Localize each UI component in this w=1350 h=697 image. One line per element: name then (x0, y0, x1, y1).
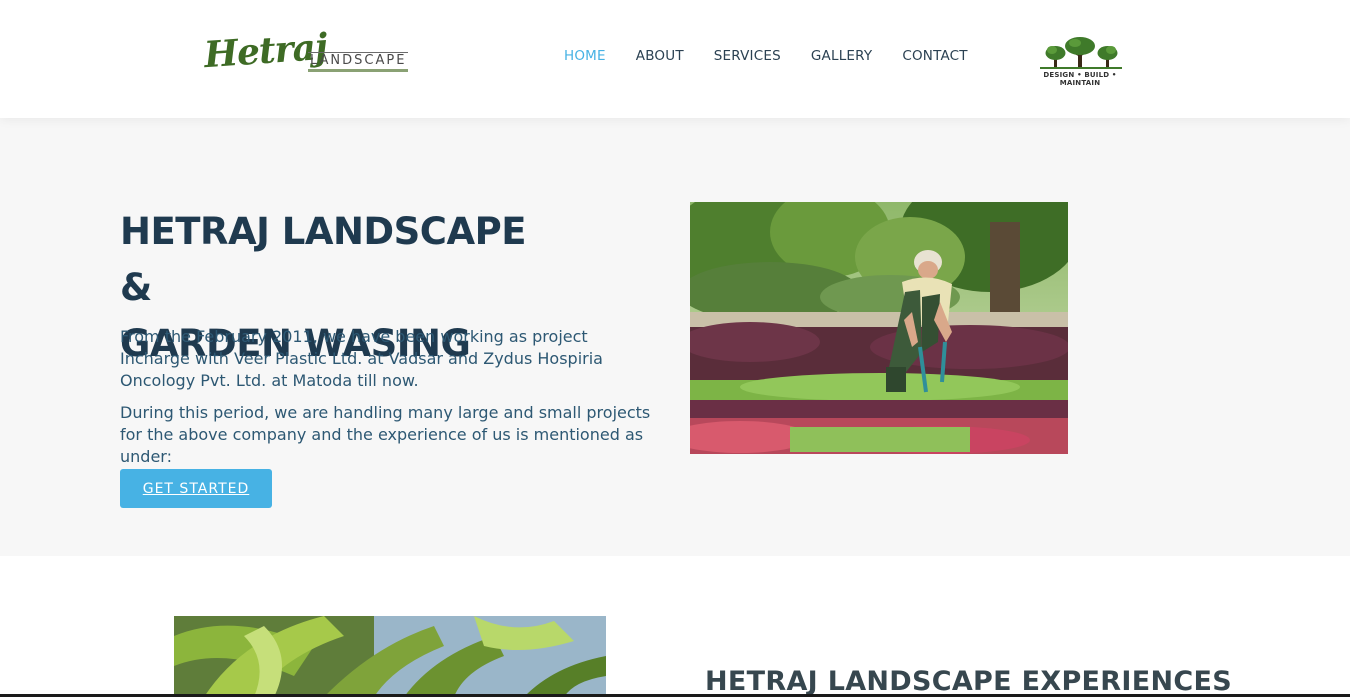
main-nav: HOME ABOUT SERVICES GALLERY CONTACT (564, 48, 998, 64)
nav-home[interactable]: HOME (564, 48, 606, 64)
site-header: Hetraj LANDSCAPE HOME ABOUT SERVICES GAL… (0, 0, 1350, 118)
nav-contact[interactable]: CONTACT (902, 48, 967, 64)
brand-mark: DESIGN • BUILD • MAINTAIN (1026, 36, 1134, 87)
nav-services[interactable]: SERVICES (714, 48, 781, 64)
logo-word-text: LANDSCAPE (308, 52, 409, 72)
site-logo[interactable]: Hetraj LANDSCAPE (203, 26, 429, 86)
trees-icon (1040, 37, 1122, 69)
hero-paragraph-2: During this period, we are handling many… (120, 403, 651, 466)
palm-leaves-photo (174, 616, 606, 697)
experiences-title: HETRAJ LANDSCAPE EXPERIENCES (705, 666, 1232, 697)
get-started-button[interactable]: GET STARTED (120, 469, 272, 508)
gardener-photo (690, 202, 1068, 454)
brand-tagline: DESIGN • BUILD • MAINTAIN (1043, 71, 1117, 87)
hero-title-line1: HETRAJ LANDSCAPE & (120, 210, 526, 309)
hero-section: HETRAJ LANDSCAPE & GARDEN WASING From th… (0, 118, 1350, 556)
nav-about[interactable]: ABOUT (636, 48, 684, 64)
nav-gallery[interactable]: GALLERY (811, 48, 872, 64)
hero-paragraph-1: From the February 2011, we have been wor… (120, 327, 603, 390)
